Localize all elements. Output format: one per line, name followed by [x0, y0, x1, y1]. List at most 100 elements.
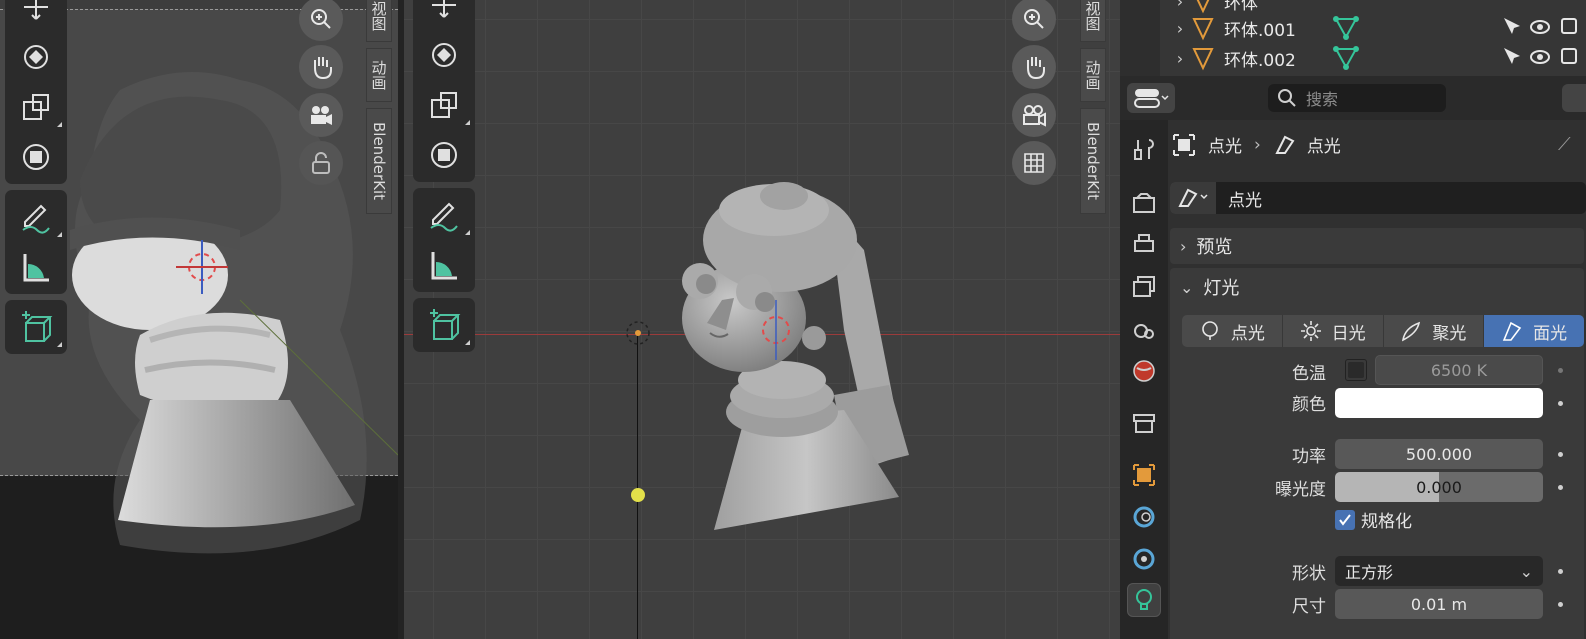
- rotate-tool-button[interactable]: [413, 30, 475, 80]
- light-panel-header[interactable]: ⌄ 灯光: [1180, 274, 1239, 300]
- camera-viewport[interactable]: 视图 动画 BlenderKit: [0, 0, 398, 639]
- properties-editor-icon: [1134, 89, 1169, 108]
- area-light-icon: [1502, 321, 1522, 341]
- search-icon: [1278, 89, 1296, 107]
- object-icon: [1133, 464, 1155, 486]
- light-handle[interactable]: [631, 488, 645, 502]
- datablock-selector[interactable]: 点光: [1170, 182, 1586, 214]
- outliner-row[interactable]: › 环体.001: [1170, 13, 1360, 43]
- breadcrumb: 点光 › 点光: [1172, 132, 1341, 157]
- light-type-sun[interactable]: 日光: [1283, 315, 1384, 347]
- exposure-label: 曝光度: [1275, 480, 1326, 500]
- world-icon: [1133, 360, 1155, 382]
- pin-icon[interactable]: ⟋: [1558, 134, 1571, 155]
- measure-tool-button[interactable]: [5, 242, 67, 292]
- tab-render[interactable]: [1127, 186, 1161, 220]
- move-icon: [24, 0, 48, 20]
- browse-light-button[interactable]: [1170, 182, 1216, 214]
- pan-button[interactable]: [1012, 45, 1056, 89]
- tab-scene[interactable]: [1127, 312, 1161, 346]
- keyframe-dot[interactable]: [1558, 368, 1563, 373]
- lock-camera-button[interactable]: [299, 141, 343, 185]
- image-stack-icon: [1133, 276, 1155, 297]
- tab-view-layer[interactable]: [1127, 270, 1161, 304]
- color-temp-checkbox[interactable]: [1345, 359, 1367, 381]
- normalize-checkbox-row[interactable]: 规格化: [1335, 507, 1412, 532]
- transform-tool-button[interactable]: [413, 130, 475, 180]
- ortho-toggle-button[interactable]: [1012, 141, 1056, 185]
- check-icon[interactable]: [1335, 509, 1355, 530]
- render-icon: [1133, 193, 1155, 213]
- tab-constraints[interactable]: [1127, 542, 1161, 576]
- keyframe-dot[interactable]: [1558, 401, 1563, 406]
- move-tool-button[interactable]: [5, 0, 67, 32]
- annotate-tool-button[interactable]: [5, 192, 67, 242]
- keyframe-dot[interactable]: [1558, 569, 1563, 574]
- tab-object[interactable]: [1127, 458, 1161, 492]
- pan-button[interactable]: [299, 45, 343, 89]
- tab-physics[interactable]: [1127, 500, 1161, 534]
- chevron-down-icon: ⌄: [1519, 561, 1533, 581]
- light-data-icon: [1178, 188, 1208, 207]
- keyframe-dot[interactable]: [1558, 452, 1563, 457]
- chevron-right-icon: ›: [1180, 236, 1187, 256]
- scale-tool-button[interactable]: [413, 80, 475, 130]
- scale-tool-button[interactable]: [5, 82, 67, 132]
- outliner[interactable]: › 环体 › 环体.001 › 环体.002: [1120, 0, 1586, 76]
- rotate-tool-button[interactable]: [5, 32, 67, 82]
- right-editor-area: › 环体 › 环体.001 › 环体.002 搜索 点光 › 点光 ⟋ 点光 ›…: [1120, 0, 1586, 639]
- color-temp-field[interactable]: 6500 K: [1375, 355, 1543, 385]
- 3d-viewport[interactable]: 视图 动画 BlenderKit: [404, 0, 1120, 639]
- color-swatch[interactable]: [1335, 388, 1543, 418]
- outliner-row[interactable]: › 环体.002: [1170, 43, 1360, 73]
- datablock-name[interactable]: 点光: [1228, 186, 1262, 211]
- object-icon: [1173, 133, 1195, 156]
- tab-view[interactable]: 视图: [1080, 0, 1106, 42]
- ruler-icon: [431, 252, 457, 280]
- light-type-spot[interactable]: 聚光: [1384, 315, 1485, 347]
- move-tool-button[interactable]: [413, 0, 475, 30]
- tab-view[interactable]: 视图: [366, 0, 392, 42]
- chevron-right-icon[interactable]: ›: [1170, 0, 1190, 11]
- camera-view-button[interactable]: [299, 93, 343, 137]
- measure-tool-button[interactable]: [413, 240, 475, 290]
- tab-collection[interactable]: [1127, 406, 1161, 440]
- chevron-right-icon[interactable]: ›: [1170, 49, 1190, 68]
- chevron-right-icon[interactable]: ›: [1170, 19, 1190, 38]
- size-field[interactable]: 0.01 m: [1335, 589, 1543, 619]
- tab-tool[interactable]: [1127, 132, 1161, 166]
- tab-world[interactable]: [1127, 354, 1161, 388]
- tab-blenderkit[interactable]: BlenderKit: [366, 108, 392, 214]
- tab-light-data[interactable]: [1127, 583, 1161, 617]
- options-button[interactable]: [1562, 84, 1586, 112]
- shape-dropdown[interactable]: 正方形 ⌄: [1335, 556, 1543, 586]
- scene-icon: [1134, 324, 1154, 339]
- power-label: 功率: [1292, 447, 1326, 467]
- light-type-selector: 点光 日光 聚光 面光: [1182, 315, 1584, 347]
- editor-type-button[interactable]: [1127, 83, 1175, 113]
- spot-light-icon: [1402, 321, 1421, 342]
- search-input[interactable]: 搜索: [1268, 84, 1446, 112]
- light-type-area[interactable]: 面光: [1484, 315, 1584, 347]
- exposure-slider[interactable]: 0.000: [1335, 472, 1543, 502]
- light-type-point[interactable]: 点光: [1182, 315, 1283, 347]
- keyframe-dot[interactable]: [1558, 485, 1563, 490]
- tab-animation[interactable]: 动画: [366, 48, 392, 102]
- tab-output[interactable]: [1127, 228, 1161, 262]
- camera-view-button[interactable]: [1012, 93, 1056, 137]
- annotate-tool-button[interactable]: [413, 190, 475, 240]
- scale-icon: [431, 92, 457, 118]
- power-field[interactable]: 500.000: [1335, 439, 1543, 469]
- visibility-toggles[interactable]: [1496, 0, 1586, 76]
- keyframe-dot[interactable]: [1558, 602, 1563, 607]
- pencil-icon: [430, 202, 458, 232]
- tab-blenderkit[interactable]: BlenderKit: [1080, 108, 1106, 214]
- add-cube-tool-button[interactable]: [5, 302, 67, 352]
- transform-tool-button[interactable]: [5, 132, 67, 182]
- add-cube-tool-button[interactable]: [413, 300, 475, 350]
- preview-panel-header[interactable]: › 预览: [1170, 228, 1584, 264]
- ruler-icon: [23, 254, 49, 282]
- tab-animation[interactable]: 动画: [1080, 48, 1106, 102]
- tool-icon: [1134, 139, 1154, 160]
- color-label: 颜色: [1292, 395, 1326, 415]
